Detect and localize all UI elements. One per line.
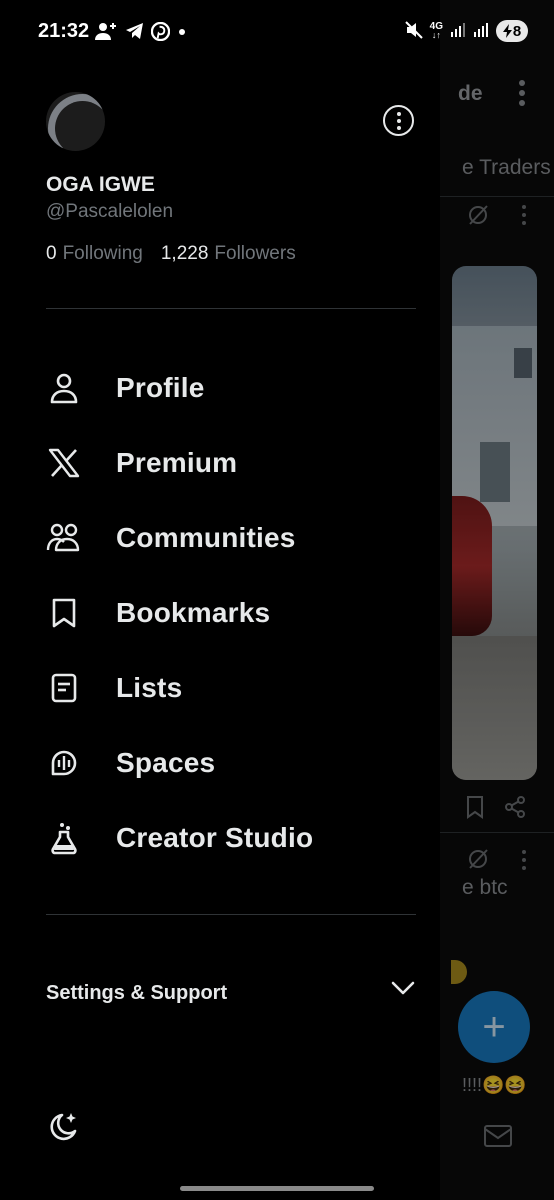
followers-count: 1,228	[160, 243, 209, 264]
moon-icon[interactable]	[46, 1110, 80, 1149]
profile-icon	[46, 370, 82, 406]
signal-icon-2	[473, 22, 489, 41]
menu-label-spaces: Spaces	[116, 747, 216, 778]
menu-item-creator-studio[interactable]: Creator Studio	[46, 810, 416, 866]
telegram-icon	[125, 22, 145, 45]
menu-label-profile: Profile	[116, 372, 205, 403]
profile-handle: @Pascalelolen	[46, 201, 174, 222]
spaces-icon	[46, 745, 82, 781]
following-count: 0	[46, 243, 57, 264]
menu-divider	[46, 914, 416, 915]
follow-stats: 0 Following 1,228 Followers	[46, 243, 296, 265]
menu-label-lists: Lists	[116, 672, 183, 703]
menu-item-profile[interactable]: Profile	[46, 360, 416, 416]
menu-item-bookmarks[interactable]: Bookmarks	[46, 585, 416, 641]
menu-label-bookmarks: Bookmarks	[116, 597, 271, 628]
home-indicator[interactable]	[180, 1186, 374, 1191]
battery-icon: 8	[496, 20, 528, 42]
menu-item-premium[interactable]: Premium	[46, 435, 416, 491]
status-bar: 21:32 4G ↓↑ 8	[0, 0, 554, 64]
menu-label-communities: Communities	[116, 522, 296, 553]
followers-link[interactable]: 1,228 Followers	[161, 243, 296, 265]
lists-icon	[46, 670, 82, 706]
x-logo-icon	[46, 445, 82, 481]
menu-label-creator-studio: Creator Studio	[116, 822, 314, 853]
menu-item-lists[interactable]: Lists	[46, 660, 416, 716]
bookmark-icon	[46, 595, 82, 631]
settings-support-label: Settings & Support	[46, 981, 228, 1004]
mute-icon	[404, 20, 423, 42]
profile-divider	[46, 308, 416, 309]
menu-label-premium: Premium	[116, 447, 238, 478]
followers-label: Followers	[214, 243, 296, 264]
status-left-icons	[95, 21, 188, 46]
profile-name[interactable]: OGA IGWE	[46, 173, 155, 197]
following-link[interactable]: 0 Following	[46, 243, 143, 265]
following-label: Following	[62, 243, 143, 264]
add-user-icon	[95, 21, 119, 46]
pinterest-icon	[150, 21, 171, 46]
creator-studio-icon	[46, 820, 82, 856]
dot-icon	[176, 25, 188, 43]
settings-support-toggle[interactable]: Settings & Support	[46, 970, 416, 1016]
menu-item-communities[interactable]: Communities	[46, 510, 416, 566]
signal-icon	[450, 22, 466, 41]
navigation-drawer: OGA IGWE @Pascalelolen 0 Following 1,228…	[0, 0, 440, 1200]
network-indicator: 4G ↓↑	[429, 21, 443, 40]
battery-level: 8	[512, 22, 522, 40]
communities-icon	[46, 520, 82, 556]
status-right-icons: 4G ↓↑ 8	[404, 20, 528, 42]
status-time: 21:32	[38, 20, 90, 42]
menu-item-spaces[interactable]: Spaces	[46, 735, 416, 791]
chevron-down-icon	[390, 980, 416, 1001]
account-options-button[interactable]	[383, 105, 414, 136]
avatar[interactable]	[46, 92, 105, 151]
